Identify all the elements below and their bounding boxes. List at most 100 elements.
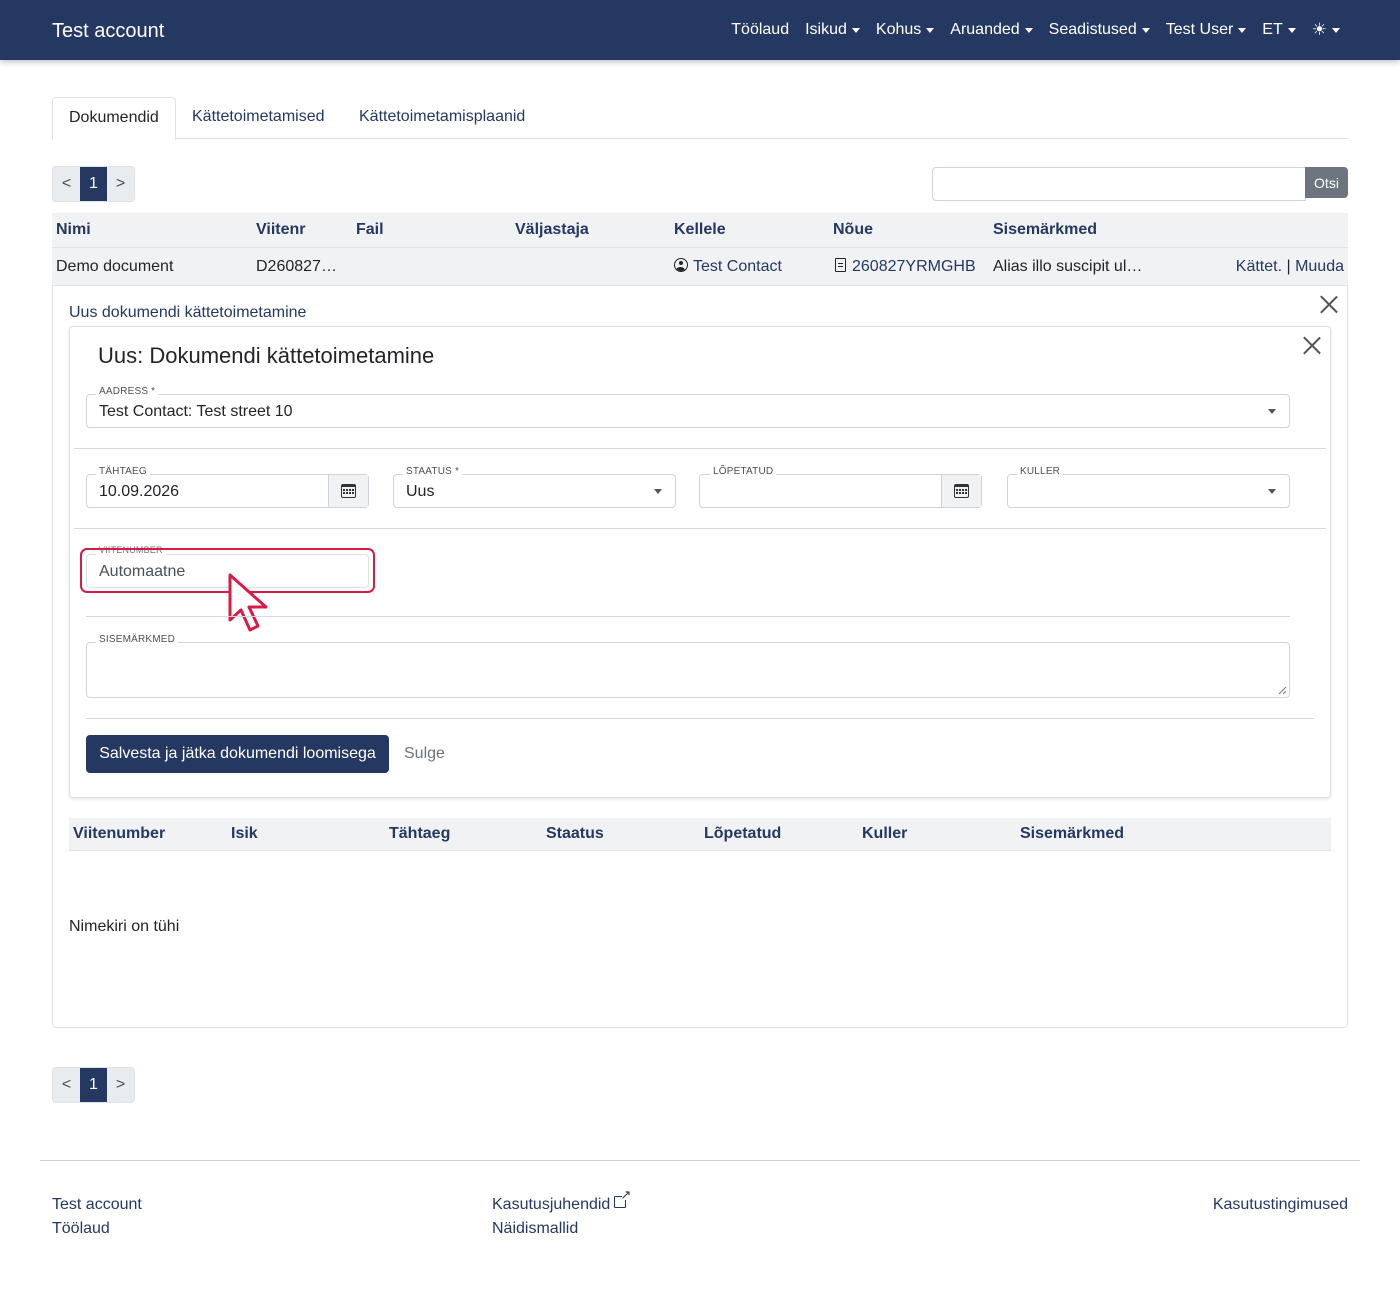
- tahtaeg-calendar-button[interactable]: [328, 475, 368, 507]
- lopetatud-label: Lõpetatud: [710, 466, 777, 477]
- nav-item-seadistused[interactable]: Seadistused: [1049, 21, 1150, 39]
- nav-item-aruanded[interactable]: Aruanded: [950, 21, 1033, 39]
- table-row[interactable]: Demo document D260827… Test Contact 2608…: [52, 248, 1348, 286]
- col-header-viitenr[interactable]: Viitenr: [256, 221, 306, 239]
- staatus-label: Staatus *: [403, 466, 463, 477]
- sun-icon: ☀: [1311, 20, 1327, 39]
- caret-down-icon: [851, 27, 860, 33]
- cell-nimi: Demo document: [56, 258, 174, 275]
- chevron-down-icon: [1268, 489, 1276, 494]
- aadress-select[interactable]: Test Contact: Test street 10: [86, 394, 1290, 428]
- pager-next-button[interactable]: >: [107, 167, 134, 201]
- col-header-staatus[interactable]: Staatus: [546, 825, 604, 843]
- caret-down-icon: [1332, 27, 1340, 33]
- pager-page-1[interactable]: 1: [80, 1068, 107, 1102]
- theme-toggle[interactable]: ☀: [1312, 20, 1340, 40]
- tahtaeg-label: Tähtaeg: [96, 466, 150, 477]
- aadress-value: Test Contact: Test street 10: [99, 403, 293, 420]
- search-input[interactable]: [932, 167, 1306, 201]
- panel-title: Uus dokumendi kättetoimetamine: [69, 304, 307, 321]
- deliver-link[interactable]: Kättet.: [1236, 258, 1282, 275]
- close-button[interactable]: Sulge: [404, 745, 445, 763]
- noue-link[interactable]: 260827YRMGHB: [835, 258, 976, 276]
- tab-kattetoimetamisplaanid[interactable]: Kättetoimetamisplaanid: [343, 97, 541, 139]
- pagination-top: < 1 >: [52, 166, 135, 202]
- kuller-select[interactable]: [1007, 474, 1290, 508]
- pager-page-1[interactable]: 1: [80, 167, 107, 201]
- resize-handle-icon[interactable]: [1278, 686, 1287, 695]
- close-form-icon[interactable]: [1302, 335, 1322, 355]
- action-separator: |: [1286, 258, 1291, 275]
- lopetatud-calendar-button[interactable]: [941, 475, 981, 507]
- caret-down-icon: [1141, 27, 1150, 33]
- brand-link[interactable]: Test account: [52, 20, 164, 43]
- form-title: Uus: Dokumendi kättetoimetamine: [98, 343, 435, 368]
- kellele-link[interactable]: Test Contact: [674, 258, 782, 276]
- cell-viitenr: D260827…: [256, 258, 337, 275]
- viitenumber-input[interactable]: Automaatne: [86, 554, 369, 588]
- viitenumber-label: Viitenumber: [96, 546, 166, 555]
- col-header-lopetatud[interactable]: Lõpetatud: [704, 825, 781, 843]
- nav-item-user[interactable]: Test User: [1166, 21, 1247, 39]
- col-header-fail[interactable]: Fail: [356, 221, 384, 239]
- col-header-valjastaja[interactable]: Väljastaja: [515, 221, 589, 239]
- cell-sisemarkmed: Alias illo suscipit ul…: [993, 258, 1143, 275]
- staatus-select[interactable]: Uus: [393, 474, 676, 508]
- tab-kattetoimetamised[interactable]: Kättetoimetamised: [176, 97, 341, 139]
- col-header-nimi[interactable]: Nimi: [56, 221, 91, 239]
- col-header-isik[interactable]: Isik: [231, 825, 258, 843]
- divider: [74, 528, 1326, 529]
- external-link-icon: [614, 1188, 631, 1208]
- footer-link-naidismallid[interactable]: Näidismallid: [492, 1220, 578, 1238]
- col-header-viitenumber[interactable]: Viitenumber: [73, 825, 165, 843]
- caret-down-icon: [1287, 27, 1296, 33]
- footer-divider: [40, 1160, 1360, 1161]
- lopetatud-date-input[interactable]: [699, 474, 982, 508]
- pager-prev-button[interactable]: <: [53, 167, 80, 201]
- tahtaeg-date-input[interactable]: 10.09.2026: [86, 474, 369, 508]
- sisemarkmed-label: Sisemärkmed: [96, 634, 179, 645]
- pager-prev-button[interactable]: <: [53, 1068, 80, 1102]
- tab-bar: Dokumendid Kättetoimetamised Kättetoimet…: [52, 97, 1348, 140]
- aadress-label: Aadress *: [96, 386, 159, 397]
- col-header-kellele[interactable]: Kellele: [674, 221, 726, 239]
- document-icon: [835, 258, 846, 272]
- person-circle-icon: [674, 258, 688, 272]
- tahtaeg-value: 10.09.2026: [99, 483, 180, 500]
- col-header-sisemarkmed[interactable]: Sisemärkmed: [993, 221, 1097, 239]
- nav-item-isikud[interactable]: Isikud: [805, 21, 860, 39]
- search-button[interactable]: Otsi: [1305, 167, 1348, 198]
- caret-down-icon: [1238, 27, 1247, 33]
- empty-list-message: Nimekiri on tühi: [69, 918, 180, 935]
- chevron-down-icon: [1268, 409, 1276, 414]
- footer-link-kasutusjuhendid[interactable]: Kasutusjuhendid: [492, 1188, 631, 1214]
- documents-table-header: Nimi Viitenr Fail Väljastaja Kellele Nõu…: [52, 213, 1348, 248]
- divider: [74, 448, 1326, 449]
- footer-link-toolaud[interactable]: Töölaud: [52, 1220, 110, 1238]
- edit-link[interactable]: Muuda: [1295, 258, 1344, 275]
- caret-down-icon: [1024, 27, 1033, 33]
- viitenumber-value: Automaatne: [99, 563, 186, 580]
- col-header-sisemarkmed[interactable]: Sisemärkmed: [1020, 825, 1124, 843]
- footer-link-account[interactable]: Test account: [52, 1196, 142, 1214]
- nav-item-language[interactable]: ET: [1262, 21, 1296, 39]
- nav-item-kohus[interactable]: Kohus: [876, 21, 935, 39]
- divider: [86, 616, 1290, 617]
- pager-next-button[interactable]: >: [107, 1068, 134, 1102]
- calendar-icon: [954, 484, 969, 498]
- staatus-value: Uus: [406, 483, 435, 500]
- calendar-icon: [341, 484, 356, 498]
- col-header-noue[interactable]: Nõue: [833, 221, 873, 239]
- save-continue-button[interactable]: Salvesta ja jätka dokumendi loomisega: [86, 735, 389, 773]
- footer-link-kasutustingimused[interactable]: Kasutustingimused: [1213, 1196, 1348, 1214]
- row-actions: Kättet. | Muuda: [1236, 258, 1344, 276]
- close-panel-icon[interactable]: [1319, 294, 1339, 314]
- col-header-tahtaeg[interactable]: Tähtaeg: [389, 825, 450, 843]
- kuller-label: Kuller: [1017, 466, 1064, 477]
- col-header-kuller[interactable]: Kuller: [862, 825, 907, 843]
- nav-item-toolaud[interactable]: Töölaud: [731, 21, 789, 39]
- deliveries-table-header: Viitenumber Isik Tähtaeg Staatus Lõpetat…: [69, 818, 1331, 851]
- pagination-bottom: < 1 >: [52, 1067, 135, 1103]
- tab-dokumendid[interactable]: Dokumendid: [52, 97, 176, 140]
- sisemarkmed-textarea[interactable]: [86, 642, 1290, 698]
